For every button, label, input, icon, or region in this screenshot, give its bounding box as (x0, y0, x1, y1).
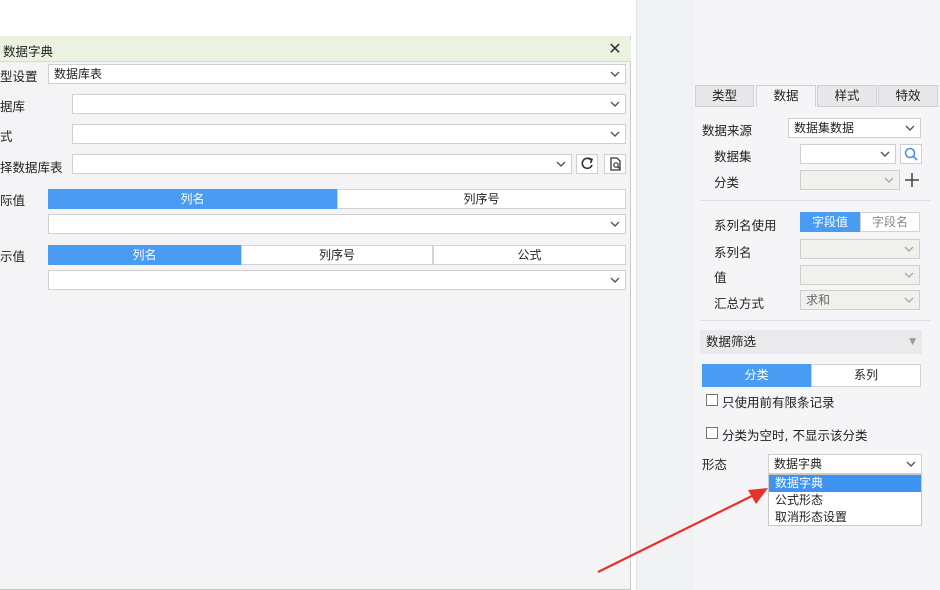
chevron-down-icon (609, 97, 621, 111)
dialog-header (0, 36, 631, 62)
add-icon[interactable] (903, 170, 921, 190)
summary-select[interactable]: 求和 (800, 290, 920, 310)
chevron-down-icon (609, 217, 621, 231)
hide-empty-label: 分类为空时, 不显示该分类 (722, 428, 868, 443)
annotation-arrow (597, 488, 768, 573)
type-setting-value: 数据库表 (54, 67, 103, 81)
actual-tab-column-index[interactable]: 列序号 (337, 189, 626, 209)
display-tab-column-name[interactable]: 列名 (48, 245, 241, 265)
form-dropdown-list: 数据字典 公式形态 取消形态设置 (768, 474, 922, 526)
chevron-down-icon (903, 242, 915, 256)
db-table-label: 择数据库表 (0, 160, 63, 175)
form-select[interactable]: 数据字典 (768, 454, 922, 474)
display-value-select[interactable] (48, 270, 626, 290)
display-tab-column-index[interactable]: 列序号 (241, 245, 433, 265)
display-tab-formula[interactable]: 公式 (433, 245, 626, 265)
only-first-records-label: 只使用前有限条记录 (722, 395, 835, 410)
mode-select[interactable] (72, 124, 626, 144)
series-name-select[interactable] (800, 239, 920, 259)
dialog-title: 数据字典 (3, 44, 54, 59)
collapse-arrow-icon: ▼ (909, 337, 916, 347)
refresh-icon[interactable] (576, 154, 598, 174)
data-source-select[interactable]: 数据集数据 (788, 118, 921, 138)
option-field-value[interactable]: 字段值 (800, 212, 860, 232)
dropdown-option-cancel-form[interactable]: 取消形态设置 (769, 509, 921, 526)
data-filter-label: 数据筛选 (706, 334, 757, 349)
form-label: 形态 (702, 457, 728, 472)
data-dictionary-dialog (0, 36, 631, 590)
actual-value-select[interactable] (48, 214, 626, 234)
chevron-down-icon (609, 127, 621, 141)
filter-tab-series[interactable]: 系列 (811, 364, 921, 387)
dataset-label: 数据集 (714, 149, 752, 164)
actual-tab-column-name[interactable]: 列名 (48, 189, 337, 209)
series-name-use-label: 系列名使用 (714, 218, 777, 233)
chevron-down-icon (903, 293, 915, 307)
chevron-down-icon (609, 273, 621, 287)
filter-tab-category[interactable]: 分类 (702, 364, 811, 387)
preview-icon[interactable] (604, 154, 626, 174)
chevron-down-icon (905, 457, 917, 471)
type-setting-label: 型设置 (0, 69, 38, 84)
chevron-down-icon (555, 157, 567, 171)
tab-type[interactable]: 类型 (695, 85, 754, 107)
summary-label: 汇总方式 (714, 296, 765, 311)
series-name-label: 系列名 (714, 245, 752, 260)
database-select[interactable] (72, 94, 626, 114)
actual-value-label: 际值 (0, 193, 26, 208)
chevron-down-icon (904, 121, 916, 135)
option-field-name[interactable]: 字段名 (860, 212, 920, 232)
value-select[interactable] (800, 265, 920, 285)
divider (700, 200, 930, 201)
data-source-value: 数据集数据 (794, 121, 855, 135)
db-table-select[interactable] (72, 154, 572, 174)
form-value: 数据字典 (774, 457, 823, 471)
type-setting-select[interactable]: 数据库表 (48, 64, 626, 84)
data-source-label: 数据来源 (702, 123, 753, 138)
mode-label: 式 (0, 129, 13, 144)
divider (700, 320, 930, 321)
tab-data[interactable]: 数据 (756, 85, 816, 107)
category-select[interactable] (800, 170, 900, 190)
database-label: 据库 (0, 99, 26, 114)
data-filter-section[interactable]: 数据筛选 ▼ (700, 330, 922, 354)
dropdown-option-data-dictionary[interactable]: 数据字典 (769, 475, 921, 492)
only-first-records-checkbox[interactable] (706, 394, 718, 406)
chevron-down-icon (883, 173, 895, 187)
close-icon[interactable]: ✕ (604, 40, 626, 58)
background-top (0, 0, 636, 36)
value-label: 值 (714, 270, 727, 285)
tab-style[interactable]: 样式 (817, 85, 877, 107)
category-label: 分类 (714, 175, 740, 190)
summary-value: 求和 (806, 293, 831, 307)
chevron-down-icon (903, 268, 915, 282)
chevron-down-icon (879, 147, 891, 161)
dataset-select[interactable] (800, 144, 896, 164)
search-icon[interactable] (900, 144, 922, 164)
hide-empty-checkbox[interactable] (706, 427, 718, 439)
dropdown-option-formula-form[interactable]: 公式形态 (769, 492, 921, 509)
display-value-label: 示值 (0, 249, 26, 264)
tab-effects[interactable]: 特效 (878, 85, 938, 107)
chevron-down-icon (609, 67, 621, 81)
